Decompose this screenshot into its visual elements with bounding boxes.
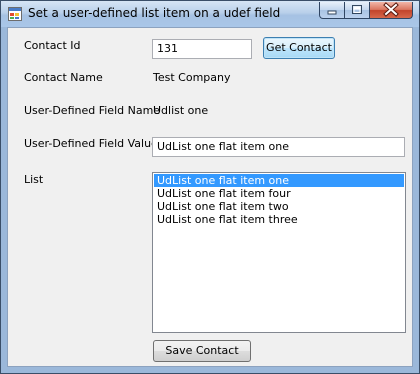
udef-value-input[interactable]: UdList one flat item one — [152, 137, 405, 157]
udef-name-label: User-Defined Field Name — [24, 104, 161, 117]
list-item[interactable]: UdList one flat item two — [154, 200, 404, 213]
save-contact-button[interactable]: Save Contact — [153, 340, 251, 362]
udef-list-box[interactable]: UdList one flat item one UdList one flat… — [152, 172, 406, 333]
list-item[interactable]: UdList one flat item one — [154, 174, 404, 187]
list-item[interactable]: UdList one flat item three — [154, 213, 404, 226]
contact-id-label: Contact Id — [24, 39, 81, 52]
contact-name-value: Test Company — [153, 71, 231, 84]
app-window: Set a user-defined list item on a udef f… — [0, 0, 420, 374]
minimize-button[interactable] — [319, 2, 345, 19]
maximize-button[interactable] — [344, 2, 370, 19]
list-label: List — [24, 173, 44, 186]
udef-name-value: Udlist one — [153, 104, 209, 117]
minimize-icon — [327, 10, 337, 15]
contact-id-input[interactable]: 131 — [152, 39, 252, 59]
close-icon — [383, 2, 399, 17]
maximize-icon — [352, 5, 362, 14]
close-button[interactable] — [369, 2, 413, 19]
get-contact-button[interactable]: Get Contact — [263, 37, 335, 59]
form-body: Contact Id 131 Get Contact Contact Name … — [7, 27, 413, 367]
app-window-icon — [8, 7, 22, 21]
list-item[interactable]: UdList one flat item four — [154, 187, 404, 200]
contact-name-label: Contact Name — [24, 71, 103, 84]
udef-value-label: User-Defined Field Value — [24, 137, 158, 150]
title-bar[interactable]: Set a user-defined list item on a udef f… — [1, 1, 419, 27]
window-title: Set a user-defined list item on a udef f… — [28, 6, 281, 20]
